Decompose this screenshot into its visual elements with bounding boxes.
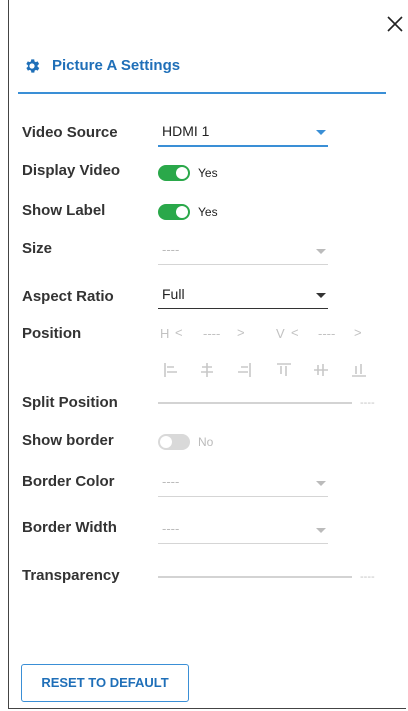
panel-header: Picture A Settings <box>18 56 386 94</box>
toggle-knob <box>176 206 188 218</box>
align-bottom-icon[interactable] <box>351 362 367 378</box>
position-v-left-icon[interactable]: < <box>291 325 299 340</box>
chevron-down-icon <box>316 528 326 533</box>
panel-title: Picture A Settings <box>52 57 181 74</box>
align-center-vertical-icon[interactable] <box>313 362 329 378</box>
border-color-dropdown[interactable]: ---- <box>158 472 328 497</box>
position-label: Position <box>22 325 82 342</box>
border-width-value: ---- <box>162 521 180 536</box>
size-dropdown[interactable]: ---- <box>158 240 328 265</box>
transparency-slider[interactable] <box>158 576 352 578</box>
aspect-ratio-value: Full <box>162 286 185 302</box>
border-color-label: Border Color <box>22 473 115 490</box>
show-label-toggle[interactable] <box>158 204 190 220</box>
video-source-label: Video Source <box>22 124 118 141</box>
gear-icon <box>26 59 40 73</box>
position-h-value: ---- <box>203 326 221 341</box>
show-border-toggle[interactable] <box>158 434 190 450</box>
position-v-prefix: V <box>276 326 285 341</box>
toggle-knob <box>160 436 172 448</box>
settings-panel <box>8 0 406 709</box>
video-source-value: HDMI 1 <box>162 123 210 139</box>
align-left-icon[interactable] <box>163 362 179 378</box>
aspect-ratio-label: Aspect Ratio <box>22 288 114 305</box>
align-top-icon[interactable] <box>276 362 292 378</box>
size-label: Size <box>22 240 53 257</box>
show-border-state: No <box>198 435 214 449</box>
position-h-right-icon[interactable]: > <box>237 325 245 340</box>
show-label-state: Yes <box>198 205 218 219</box>
chevron-down-icon <box>316 130 326 135</box>
toggle-knob <box>176 167 188 179</box>
display-video-state: Yes <box>198 166 218 180</box>
transparency-value: ---- <box>360 571 375 583</box>
align-center-horizontal-icon[interactable] <box>199 362 215 378</box>
reset-to-default-button[interactable]: RESET TO DEFAULT <box>21 664 189 702</box>
chevron-down-icon <box>316 293 326 298</box>
position-v-right-icon[interactable]: > <box>354 325 362 340</box>
chevron-down-icon <box>316 481 326 486</box>
show-label-label: Show Label <box>22 202 106 219</box>
split-position-value: ---- <box>360 397 375 409</box>
close-icon[interactable] <box>385 14 405 34</box>
chevron-down-icon <box>316 249 326 254</box>
border-width-label: Border Width <box>22 519 117 536</box>
display-video-toggle[interactable] <box>158 165 190 181</box>
aspect-ratio-dropdown[interactable]: Full <box>158 284 328 309</box>
split-position-label: Split Position <box>22 394 118 411</box>
video-source-dropdown[interactable]: HDMI 1 <box>158 121 328 147</box>
split-position-slider[interactable] <box>158 402 352 404</box>
display-video-label: Display Video <box>22 162 121 179</box>
position-h-prefix: H <box>160 326 170 341</box>
show-border-label: Show border <box>22 432 114 449</box>
position-h-left-icon[interactable]: < <box>175 325 183 340</box>
position-v-value: ---- <box>318 326 336 341</box>
border-width-dropdown[interactable]: ---- <box>158 519 328 544</box>
transparency-label: Transparency <box>22 567 120 584</box>
size-value: ---- <box>162 242 180 257</box>
align-right-icon[interactable] <box>236 362 252 378</box>
border-color-value: ---- <box>162 474 180 489</box>
